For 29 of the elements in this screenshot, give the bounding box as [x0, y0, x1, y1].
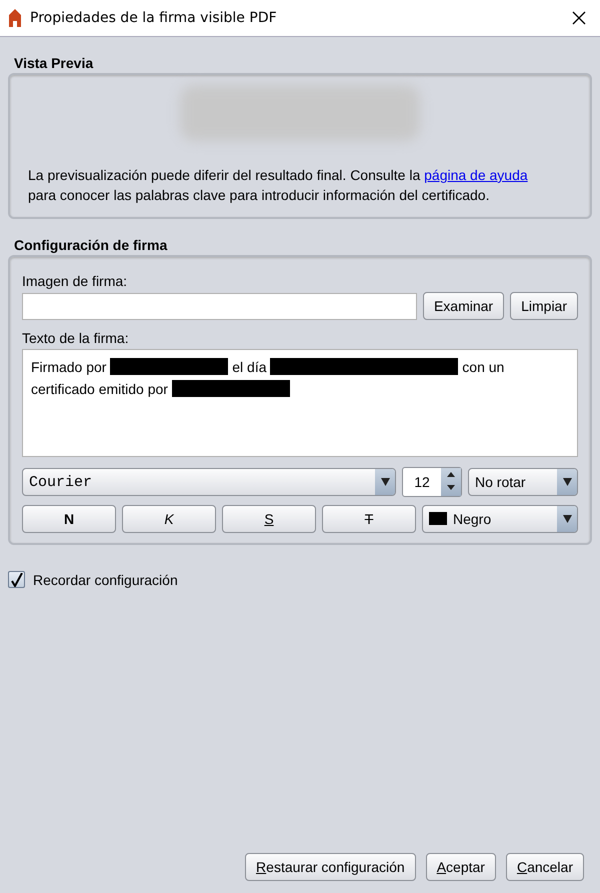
help-link[interactable]: página de ayuda	[424, 167, 528, 183]
dropdown-arrow-icon	[562, 515, 572, 523]
field-label: Texto de la firma:	[22, 330, 130, 346]
dropdown-arrow-icon	[380, 478, 390, 486]
section-heading: Configuración de firma	[14, 237, 168, 253]
dialog-button[interactable]: Aceptar	[426, 853, 496, 881]
signature-text-field[interactable]: Firmado por el día con un certificado emitido por	[22, 349, 578, 457]
dialog-button[interactable]: Cancelar	[506, 853, 584, 881]
app-logo-icon	[8, 9, 22, 27]
checkbox-label: Recordar configuración	[33, 572, 178, 588]
rotation-dropdown[interactable]: No rotar	[468, 468, 578, 496]
text-style-button[interactable]: N	[22, 505, 116, 533]
font-size-spinner[interactable]: 12	[402, 467, 462, 497]
section-heading: Vista Previa	[14, 55, 94, 71]
text-style-button[interactable]: K	[122, 505, 216, 533]
font-dropdown[interactable]: Courier	[22, 468, 396, 496]
remember-checkbox[interactable]	[8, 571, 25, 588]
text-style-button[interactable]: S	[222, 505, 316, 533]
image-button[interactable]: Examinar	[422, 292, 504, 320]
image-button[interactable]: Limpiar	[510, 292, 578, 320]
color-dropdown[interactable]: Negro	[422, 505, 578, 533]
preview-note: La previsualización puede diferir del resultado final. Consulte la página de ayuda para conocer las palabras clave para introducir información del certificado.	[27, 166, 529, 205]
window-title: Propiedades de la firma visible PDF	[30, 10, 278, 26]
image-path-field[interactable]	[22, 292, 417, 320]
close-icon[interactable]	[572, 11, 586, 25]
text-style-button[interactable]: T	[322, 505, 416, 533]
field-label: Imagen de firma:	[22, 273, 128, 289]
dialog-button[interactable]: Restaurar configuración	[245, 853, 416, 881]
dropdown-arrow-icon	[562, 478, 572, 486]
